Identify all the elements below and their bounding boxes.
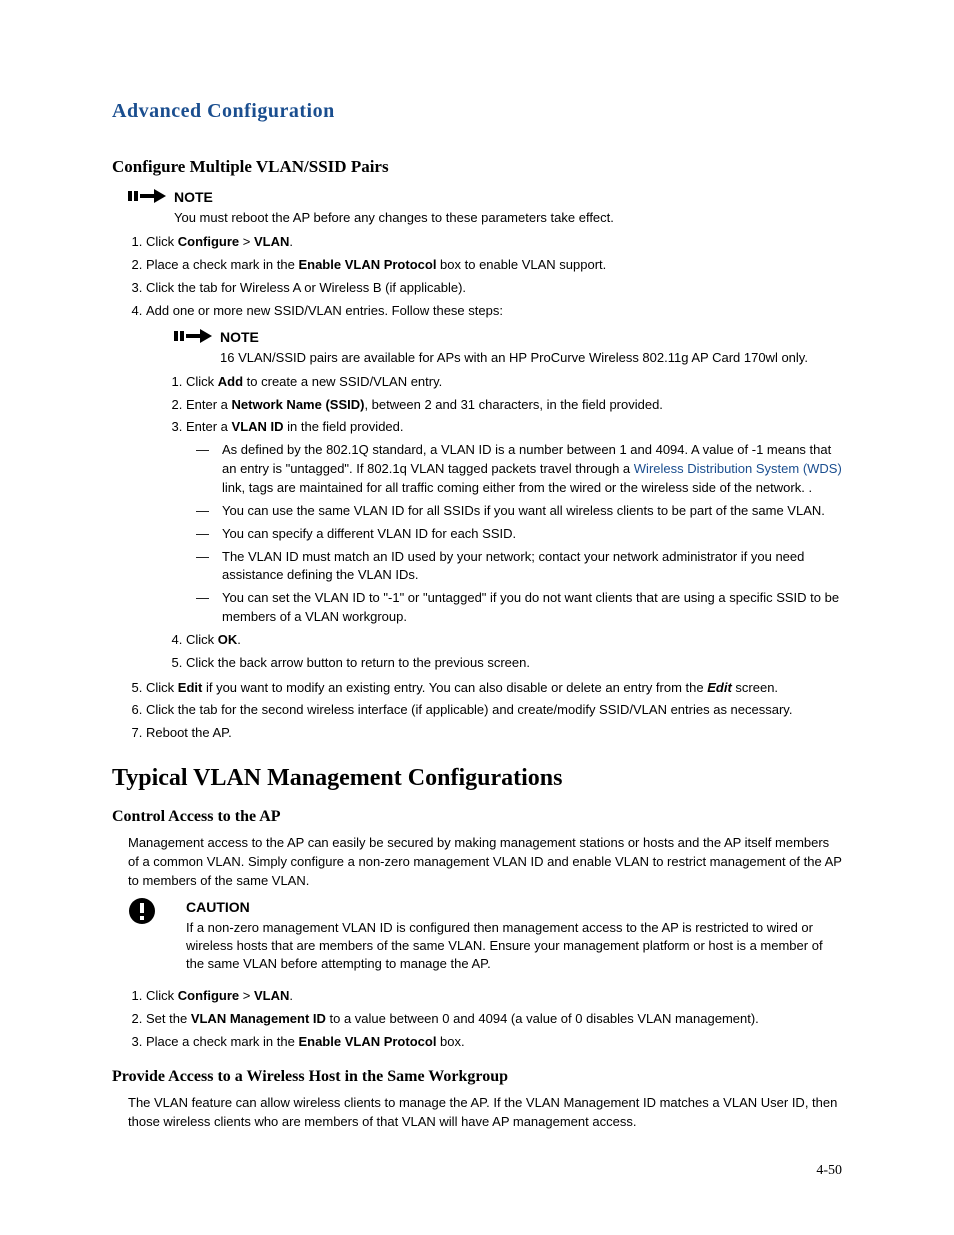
chapter-title: Advanced Configuration — [112, 100, 842, 123]
note-label: NOTE — [174, 189, 842, 205]
section-heading: Typical VLAN Management Configurations — [112, 765, 842, 792]
note-arrow-icon — [128, 187, 174, 205]
dash-list: As defined by the 802.1Q standard, a VLA… — [186, 441, 842, 627]
note-callout: NOTE You must reboot the AP before any c… — [128, 187, 842, 227]
list-item: You can use the same VLAN ID for all SSI… — [222, 502, 842, 521]
note-callout: NOTE 16 VLAN/SSID pairs are available fo… — [174, 327, 842, 367]
list-item: Click OK. — [186, 631, 842, 650]
list-item: Click Add to create a new SSID/VLAN entr… — [186, 373, 842, 392]
steps-list-cont: Click Edit if you want to modify an exis… — [112, 679, 842, 744]
subsection-heading: Provide Access to a Wireless Host in the… — [112, 1068, 842, 1086]
list-item: Set the VLAN Management ID to a value be… — [146, 1010, 842, 1029]
list-item: Place a check mark in the Enable VLAN Pr… — [146, 1033, 842, 1052]
list-item: Click the tab for the second wireless in… — [146, 701, 842, 720]
list-item: Enter a VLAN ID in the field provided. A… — [186, 418, 842, 626]
list-item: Click Configure > VLAN. — [146, 233, 842, 252]
list-item: Place a check mark in the Enable VLAN Pr… — [146, 256, 842, 275]
note-text: You must reboot the AP before any change… — [174, 209, 842, 227]
list-item: You can set the VLAN ID to "-1" or "unta… — [222, 589, 842, 627]
list-item: Click the back arrow button to return to… — [186, 654, 842, 673]
list-item: Click Edit if you want to modify an exis… — [146, 679, 842, 698]
steps-list: Click Configure > VLAN. Place a check ma… — [112, 233, 842, 320]
list-item: Click the tab for Wireless A or Wireless… — [146, 279, 842, 298]
subsection-heading: Control Access to the AP — [112, 808, 842, 826]
page-number: 4-50 — [816, 1163, 842, 1179]
caution-icon — [128, 897, 174, 929]
list-item: As defined by the 802.1Q standard, a VLA… — [222, 441, 842, 498]
list-item: Click Configure > VLAN. — [146, 987, 842, 1006]
caution-callout: CAUTION If a non-zero management VLAN ID… — [128, 897, 842, 974]
paragraph: The VLAN feature can allow wireless clie… — [128, 1094, 842, 1132]
list-item: You can specify a different VLAN ID for … — [222, 525, 842, 544]
list-item: Enter a Network Name (SSID), between 2 a… — [186, 396, 842, 415]
section-heading: Configure Multiple VLAN/SSID Pairs — [112, 157, 842, 177]
wds-link[interactable]: Wireless Distribution System (WDS) — [634, 461, 842, 476]
note-text: 16 VLAN/SSID pairs are available for APs… — [220, 349, 842, 367]
note-arrow-icon — [174, 327, 220, 345]
sub-steps-list: Click Add to create a new SSID/VLAN entr… — [112, 373, 842, 673]
list-item: Add one or more new SSID/VLAN entries. F… — [146, 302, 842, 321]
steps-list: Click Configure > VLAN. Set the VLAN Man… — [112, 987, 842, 1052]
list-item: Reboot the AP. — [146, 724, 842, 743]
list-item: The VLAN ID must match an ID used by you… — [222, 548, 842, 586]
note-label: NOTE — [220, 329, 842, 345]
caution-label: CAUTION — [186, 899, 842, 915]
paragraph: Management access to the AP can easily b… — [128, 834, 842, 891]
caution-text: If a non-zero management VLAN ID is conf… — [186, 919, 842, 974]
